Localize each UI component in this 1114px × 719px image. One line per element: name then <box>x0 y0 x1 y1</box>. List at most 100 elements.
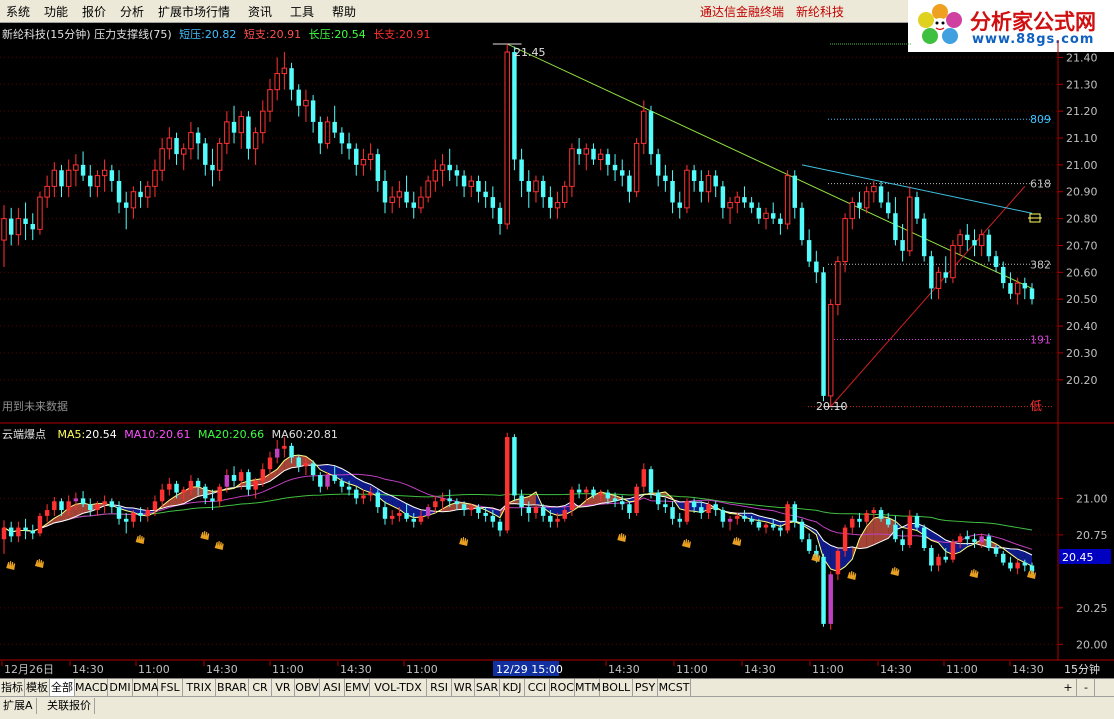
candle-body-down <box>289 445 294 458</box>
tab-asi[interactable]: ASI <box>320 679 345 696</box>
tab-emv[interactable]: EMV <box>345 679 370 696</box>
candle-body-up <box>864 512 869 522</box>
candle-body-down <box>921 527 927 548</box>
tab-rsi[interactable]: RSI <box>427 679 452 696</box>
upper-candles <box>1 44 1035 407</box>
tab-psy[interactable]: PSY <box>633 679 658 696</box>
candle-body-down <box>627 175 632 192</box>
candle-body-up <box>569 489 575 511</box>
candle-body-up <box>167 483 172 490</box>
candle-body-down <box>246 472 251 490</box>
candle-body-down <box>885 202 891 214</box>
candle-body-up <box>166 137 173 150</box>
candle-body-up <box>705 175 712 193</box>
tab-macd[interactable]: MACD <box>75 679 108 696</box>
candle-body-up <box>827 304 834 397</box>
candle-body-down <box>713 175 718 187</box>
candle-body-down <box>806 539 812 551</box>
candle-body-down <box>965 536 970 540</box>
price-chart[interactable]: 21.40 21.30 21.20 21.10 21.00 20.90 20.80 20.70… <box>0 0 1114 678</box>
candle-body-up <box>850 518 855 528</box>
tab-vr[interactable]: VR <box>272 679 295 696</box>
low-marker: 低 <box>1030 399 1042 413</box>
candle-body-down <box>138 191 143 198</box>
candle-body-down <box>231 475 237 481</box>
tab-related-quote[interactable]: 关联报价 <box>44 698 95 714</box>
tab-roc[interactable]: ROC <box>550 679 575 696</box>
tab-extended-a[interactable]: 扩展A <box>0 698 37 714</box>
tab-指标[interactable]: 指标 <box>0 679 25 696</box>
candle-body-up <box>835 550 841 575</box>
candle-body-down <box>454 501 460 505</box>
period-label[interactable]: 15分钟 <box>1064 662 1100 676</box>
tab-cci[interactable]: CCI <box>525 679 550 696</box>
signal-hand-icon <box>681 539 691 548</box>
tab-wr[interactable]: WR <box>452 679 475 696</box>
signal-hand-icon <box>969 569 979 578</box>
candle-body-down <box>548 197 553 208</box>
candle-body-up <box>238 116 244 134</box>
candle-body-up <box>727 201 733 209</box>
tab-kdj[interactable]: KDJ <box>500 679 525 696</box>
zoom-out-button[interactable]: - <box>1078 679 1095 696</box>
candle-body-down <box>210 164 215 171</box>
candle-body-down <box>59 170 64 187</box>
signal-hand-icon <box>6 561 16 570</box>
candle-body-down <box>878 186 884 203</box>
candle-body-up <box>418 196 424 209</box>
candle-body-up <box>432 169 439 182</box>
candle-body-down <box>677 518 682 522</box>
price-tick-label: 20.40 <box>1066 320 1098 333</box>
candle-body-down <box>30 223 35 230</box>
candle-body-down <box>742 197 747 203</box>
tab-mcst[interactable]: MCST <box>658 679 691 696</box>
tab-brar[interactable]: BRAR <box>216 679 249 696</box>
ma-lines <box>3 454 1033 572</box>
price-tick-label: 20.70 <box>1066 239 1098 252</box>
candle-body-down <box>59 501 64 511</box>
tab-obv[interactable]: OBV <box>295 679 320 696</box>
candle-body-down <box>116 180 122 203</box>
candle-body-down <box>893 524 898 540</box>
tab-模板[interactable]: 模板 <box>25 679 50 696</box>
candle-body-down <box>109 501 115 508</box>
candle-body-down <box>123 202 129 208</box>
candle-body-up <box>842 527 848 551</box>
candle-body-down <box>778 527 783 531</box>
candle-body-down <box>591 148 596 160</box>
candle-body-down <box>346 486 352 490</box>
candle-body-up <box>763 212 769 220</box>
candle-body-up <box>66 501 71 511</box>
tab-全部[interactable]: 全部 <box>50 679 75 696</box>
candle-body-down <box>770 524 776 528</box>
price-tick-label: 20.50 <box>1066 293 1098 306</box>
candle-body-up <box>907 196 913 252</box>
candle-body-up <box>253 480 258 490</box>
candle-body-down <box>1001 266 1006 284</box>
tab-sar[interactable]: SAR <box>475 679 500 696</box>
signal-hand-icon <box>459 537 469 546</box>
tab-vol-tdx[interactable]: VOL-TDX <box>370 679 427 696</box>
signal-hand-icon <box>890 567 900 576</box>
tab-mtm[interactable]: MTM <box>575 679 601 696</box>
candle-body-down <box>900 539 905 546</box>
time-label: 14:30 <box>72 663 104 676</box>
candle-body-down <box>893 213 898 241</box>
candle-body-up <box>871 510 877 513</box>
tab-dmi[interactable]: DMI <box>108 679 133 696</box>
tab-dma[interactable]: DMA <box>133 679 159 696</box>
candle-body-up <box>181 489 186 493</box>
time-label: 11:00 <box>812 663 844 676</box>
time-label: 14:30 <box>1012 663 1044 676</box>
candle-body-up <box>1015 562 1020 569</box>
zoom-in-button[interactable]: + <box>1060 679 1077 696</box>
candle-body-down <box>354 148 359 165</box>
candle-body-up <box>439 164 446 171</box>
candle-body-up <box>936 556 941 566</box>
price-tick-label: 21.00 <box>1066 159 1098 172</box>
tab-trix[interactable]: TRIX <box>183 679 216 696</box>
candle-body-up <box>828 574 833 624</box>
tab-boll[interactable]: BOLL <box>600 679 633 696</box>
tab-fsl[interactable]: FSL <box>158 679 183 696</box>
tab-cr[interactable]: CR <box>249 679 272 696</box>
